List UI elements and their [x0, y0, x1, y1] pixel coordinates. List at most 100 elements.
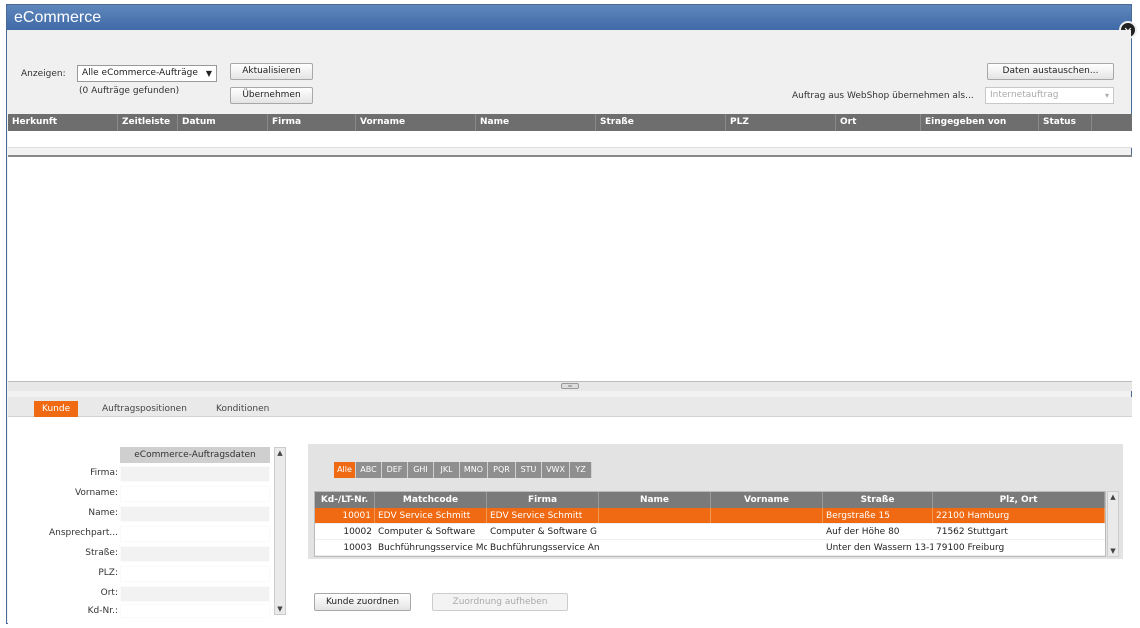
street-cell: Unter den Wassern 13-1: [826, 543, 933, 553]
column-header[interactable]: Plz, Ort: [933, 492, 1105, 508]
field-label-contact: Ansprechpart...: [49, 528, 118, 538]
window-title: eCommerce: [7, 5, 1131, 30]
show-filter-value: Alle eCommerce-Aufträge: [82, 68, 198, 78]
field-label-street: Straße:: [85, 548, 118, 558]
column-header[interactable]: Name: [599, 492, 711, 508]
form-scrollbar[interactable]: ▲ ▼: [274, 447, 286, 615]
tab-conditions[interactable]: Konditionen: [208, 401, 277, 417]
table-row[interactable]: [8, 131, 1132, 148]
field-label-city: Ort:: [100, 588, 118, 598]
field-label-company: Firma:: [90, 468, 118, 478]
column-header[interactable]: Firma: [268, 114, 356, 131]
alpha-filter-item[interactable]: JKL: [434, 462, 460, 478]
alpha-filter-item[interactable]: YZ: [570, 462, 592, 478]
contact-field: [120, 526, 270, 542]
column-header[interactable]: Straße: [596, 114, 726, 131]
street-field: [120, 546, 270, 562]
show-label: Anzeigen:: [21, 69, 66, 79]
panel-splitter[interactable]: ═: [8, 381, 1132, 391]
column-header[interactable]: Straße: [823, 492, 933, 508]
customer-table-scrollbar[interactable]: ▲ ▼: [1107, 491, 1119, 557]
tab-customer[interactable]: Kunde: [34, 401, 79, 417]
column-header[interactable]: Kd-/LT-Nr.: [315, 492, 375, 508]
customer-panel: eCommerce-Auftragsdaten ▲ ▼ Firma: Vorna…: [8, 417, 1132, 624]
show-filter-select[interactable]: Alle eCommerce-Aufträge ▼: [77, 65, 217, 82]
form-header: eCommerce-Auftragsdaten: [120, 447, 270, 463]
alpha-filter-item[interactable]: ABC: [356, 462, 382, 478]
column-header[interactable]: Vorname: [356, 114, 476, 131]
column-header[interactable]: Datum: [178, 114, 268, 131]
chevron-down-icon: ▼: [205, 69, 212, 78]
refresh-button[interactable]: Aktualisieren: [230, 63, 313, 80]
customer-table: Kd-/LT-Nr. Matchcode Firma Name Vorname …: [314, 491, 1106, 557]
street-cell: Bergstraße 15: [823, 508, 933, 523]
field-label-name: Name:: [88, 508, 118, 518]
customer-number: 10001: [315, 508, 375, 523]
name-field: [120, 506, 270, 522]
firstname-cell: [711, 508, 823, 523]
name-cell: [599, 524, 711, 539]
import-as-value: Internetauftrag: [990, 90, 1059, 100]
arrow-up-icon[interactable]: ▲: [1108, 493, 1118, 501]
matchcode-cell: Buchführungsservice Mc: [378, 543, 487, 553]
exchange-data-button[interactable]: Daten austauschen...: [987, 63, 1114, 80]
company-field: [120, 466, 270, 482]
table-row[interactable]: 10001 EDV Service Schmitt EDV Service Sc…: [315, 508, 1105, 524]
column-header[interactable]: Ort: [836, 114, 921, 131]
alpha-filter-item[interactable]: VWX: [542, 462, 570, 478]
toolbar: Anzeigen: Alle eCommerce-Aufträge ▼ (0 A…: [7, 30, 1131, 114]
street-cell: Auf der Höhe 80: [826, 527, 900, 537]
field-label-customer-no: Kd-Nr.:: [87, 606, 118, 616]
column-header[interactable]: Matchcode: [375, 492, 487, 508]
table-row[interactable]: 10003 Buchführungsservice Mc Buchführung…: [315, 540, 1105, 556]
table-row[interactable]: 10002 Computer & Software Computer & Sof…: [315, 524, 1105, 540]
import-as-label: Auftrag aus WebShop übernehmen als...: [792, 91, 974, 101]
orders-grid-header: Herkunft Zeitleiste Datum Firma Vorname …: [8, 114, 1132, 131]
alpha-filter-item[interactable]: DEF: [382, 462, 408, 478]
column-header[interactable]: Eingegeben von: [921, 114, 1039, 131]
company-cell: EDV Service Schmitt: [487, 508, 599, 523]
field-label-firstname: Vorname:: [74, 488, 118, 498]
column-header[interactable]: Zeitleiste: [118, 114, 178, 131]
tab-order-items[interactable]: Auftragspositionen: [94, 401, 195, 417]
arrow-up-icon[interactable]: ▲: [275, 449, 285, 457]
column-header[interactable]: Name: [476, 114, 596, 131]
assign-customer-button[interactable]: Kunde zuordnen: [314, 593, 411, 611]
alpha-filter-item[interactable]: PQR: [488, 462, 516, 478]
orders-grid-body[interactable]: [8, 155, 1132, 381]
column-header[interactable]: Status: [1039, 114, 1092, 131]
company-cell: Buchführungsservice An: [490, 543, 599, 553]
alpha-filter-item[interactable]: GHI: [408, 462, 434, 478]
city-field: [120, 586, 270, 602]
alpha-filter-all[interactable]: Alle: [334, 462, 356, 478]
customer-number: 10002: [343, 527, 372, 537]
alpha-filter-item[interactable]: MNO: [460, 462, 488, 478]
arrow-down-icon[interactable]: ▼: [275, 605, 285, 613]
name-cell: [599, 508, 711, 523]
chevron-down-icon: ▾: [1104, 91, 1109, 100]
field-label-zip: PLZ:: [98, 568, 118, 578]
arrow-down-icon[interactable]: ▼: [1108, 547, 1118, 555]
column-header[interactable]: Herkunft: [8, 114, 118, 131]
matchcode-cell: EDV Service Schmitt: [375, 508, 487, 523]
zip-city-cell: 71562 Stuttgart: [936, 527, 1008, 537]
company-cell: Computer & Software G: [490, 527, 597, 537]
cancel-assignment-button[interactable]: Zuordnung aufheben: [432, 593, 568, 611]
accept-button[interactable]: Übernehmen: [230, 87, 313, 104]
import-as-select[interactable]: Internetauftrag ▾: [985, 87, 1114, 104]
matchcode-cell: Computer & Software: [378, 527, 476, 537]
column-header[interactable]: Vorname: [711, 492, 823, 508]
column-header[interactable]: PLZ: [726, 114, 836, 131]
alpha-filter-item[interactable]: STU: [516, 462, 542, 478]
customer-number: 10003: [343, 543, 372, 553]
orders-found-count: (0 Aufträge gefunden): [79, 86, 180, 96]
firstname-cell: [711, 540, 823, 555]
zip-city-cell: 22100 Hamburg: [933, 508, 1105, 523]
splitter-grip-icon[interactable]: ═: [561, 383, 579, 390]
zip-field: [120, 566, 270, 582]
customer-no-field: [120, 604, 270, 618]
column-header[interactable]: Firma: [487, 492, 599, 508]
customer-table-header: Kd-/LT-Nr. Matchcode Firma Name Vorname …: [315, 492, 1105, 508]
zip-city-cell: 79100 Freiburg: [936, 543, 1005, 553]
detail-tabs: Kunde Auftragspositionen Konditionen: [8, 397, 1132, 417]
